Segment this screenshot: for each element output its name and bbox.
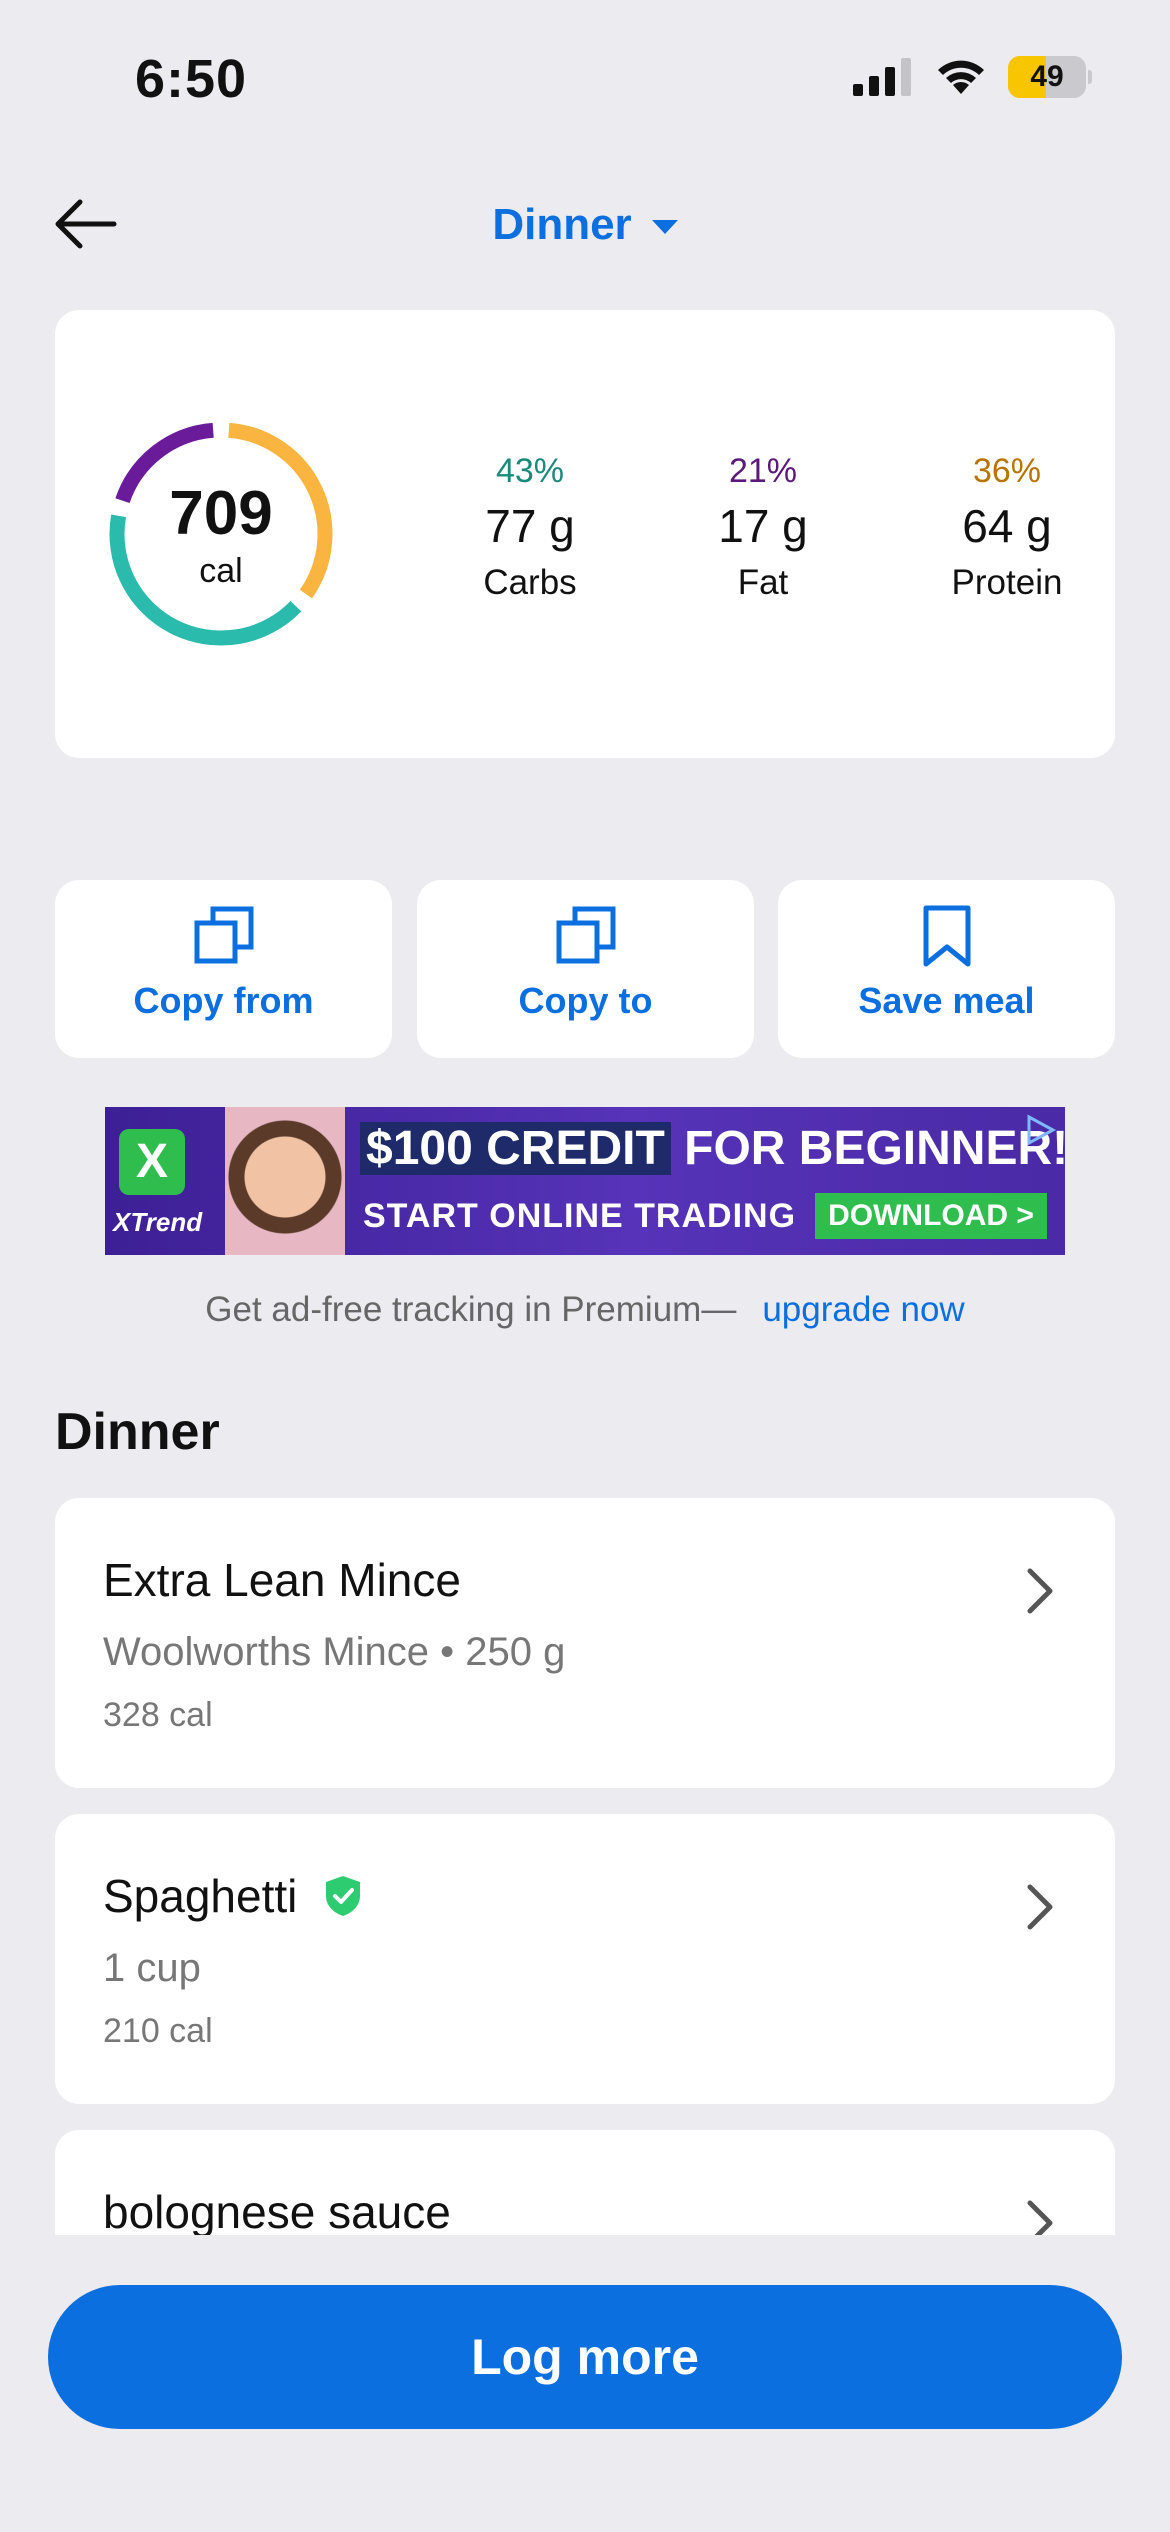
chevron-right-icon bbox=[1027, 1884, 1053, 1930]
ad-subheadline: START ONLINE TRADING bbox=[363, 1197, 797, 1235]
food-name: Spaghetti bbox=[103, 1869, 363, 1923]
save-meal-button[interactable]: Save meal bbox=[778, 880, 1115, 1058]
macro-fat-label: Fat bbox=[737, 563, 789, 602]
ad-choices-icon[interactable] bbox=[1023, 1113, 1057, 1147]
food-calories: 210 cal bbox=[103, 2012, 213, 2050]
copy-icon bbox=[556, 906, 616, 964]
cellular-signal-icon bbox=[853, 58, 911, 96]
macro-fat: 21% 17 g Fat bbox=[653, 446, 873, 610]
premium-text: Get ad-free tracking in Premium— bbox=[205, 1290, 737, 1329]
premium-upsell: Get ad-free tracking in Premium— upgrade … bbox=[0, 1290, 1170, 1330]
caret-down-icon bbox=[651, 220, 678, 234]
macro-carbs: 43% 77 g Carbs bbox=[420, 446, 640, 610]
ad-headline: $100 CREDIT FOR BEGINNER! bbox=[360, 1121, 1065, 1176]
macro-protein-percent: 36% bbox=[972, 452, 1042, 490]
chevron-right-icon bbox=[1027, 2200, 1053, 2235]
food-item-spaghetti[interactable]: Spaghetti 1 cup 210 cal bbox=[55, 1814, 1115, 2104]
battery-icon: 49 bbox=[1008, 56, 1092, 98]
log-more-button[interactable]: Log more bbox=[48, 2285, 1122, 2429]
food-item-bolognese-sauce[interactable]: bolognese sauce bbox=[55, 2130, 1115, 2235]
section-title: Dinner bbox=[55, 1403, 220, 1461]
wifi-icon bbox=[938, 60, 984, 94]
ad-download-button[interactable]: DOWNLOAD > bbox=[815, 1193, 1047, 1239]
macro-protein-grams: 64 g bbox=[962, 500, 1052, 552]
battery-level: 49 bbox=[1030, 60, 1064, 93]
food-item-extra-lean-mince[interactable]: Extra Lean Mince Woolworths Mince • 250 … bbox=[55, 1498, 1115, 1788]
macro-carbs-label: Carbs bbox=[483, 563, 577, 602]
meal-title: Dinner bbox=[492, 200, 632, 249]
status-time: 6:50 bbox=[135, 49, 248, 109]
upgrade-now-link[interactable]: upgrade now bbox=[762, 1290, 964, 1329]
copy-from-button[interactable]: Copy from bbox=[55, 880, 392, 1058]
total-calories: 709 bbox=[169, 479, 273, 548]
ad-banner[interactable]: X XTrend $100 CREDIT FOR BEGINNER! START… bbox=[105, 1107, 1065, 1255]
meal-type-dropdown[interactable]: Dinner bbox=[380, 195, 790, 255]
calories-unit: cal bbox=[199, 552, 243, 590]
food-detail: 1 cup bbox=[103, 1946, 201, 1990]
food-name: bolognese sauce bbox=[103, 2186, 451, 2235]
food-name: Extra Lean Mince bbox=[103, 1554, 461, 1606]
save-meal-label: Save meal bbox=[858, 980, 1035, 1021]
status-bar: 6:50 49 bbox=[0, 0, 1170, 150]
macro-protein-label: Protein bbox=[951, 563, 1063, 602]
food-detail: Woolworths Mince • 250 g bbox=[103, 1630, 566, 1674]
copy-to-label: Copy to bbox=[518, 980, 653, 1021]
bookmark-icon bbox=[923, 905, 971, 967]
verified-shield-icon bbox=[326, 1876, 361, 1916]
macro-protein: 36% 64 g Protein bbox=[897, 446, 1117, 610]
back-arrow-icon[interactable] bbox=[50, 195, 120, 253]
xtrend-logo-icon: X bbox=[119, 1129, 185, 1195]
macro-carbs-percent: 43% bbox=[495, 452, 565, 490]
copy-to-button[interactable]: Copy to bbox=[417, 880, 754, 1058]
macro-fat-percent: 21% bbox=[728, 452, 798, 490]
food-calories: 328 cal bbox=[103, 1696, 213, 1734]
copy-icon bbox=[194, 906, 254, 964]
macro-fat-grams: 17 g bbox=[718, 500, 808, 552]
ad-person-image bbox=[225, 1107, 345, 1255]
food-list: Extra Lean Mince Woolworths Mince • 250 … bbox=[0, 1490, 1170, 2235]
ad-brand: XTrend bbox=[113, 1207, 203, 1237]
macro-carbs-grams: 77 g bbox=[485, 500, 575, 552]
copy-from-label: Copy from bbox=[133, 980, 314, 1021]
chevron-right-icon bbox=[1027, 1568, 1053, 1614]
